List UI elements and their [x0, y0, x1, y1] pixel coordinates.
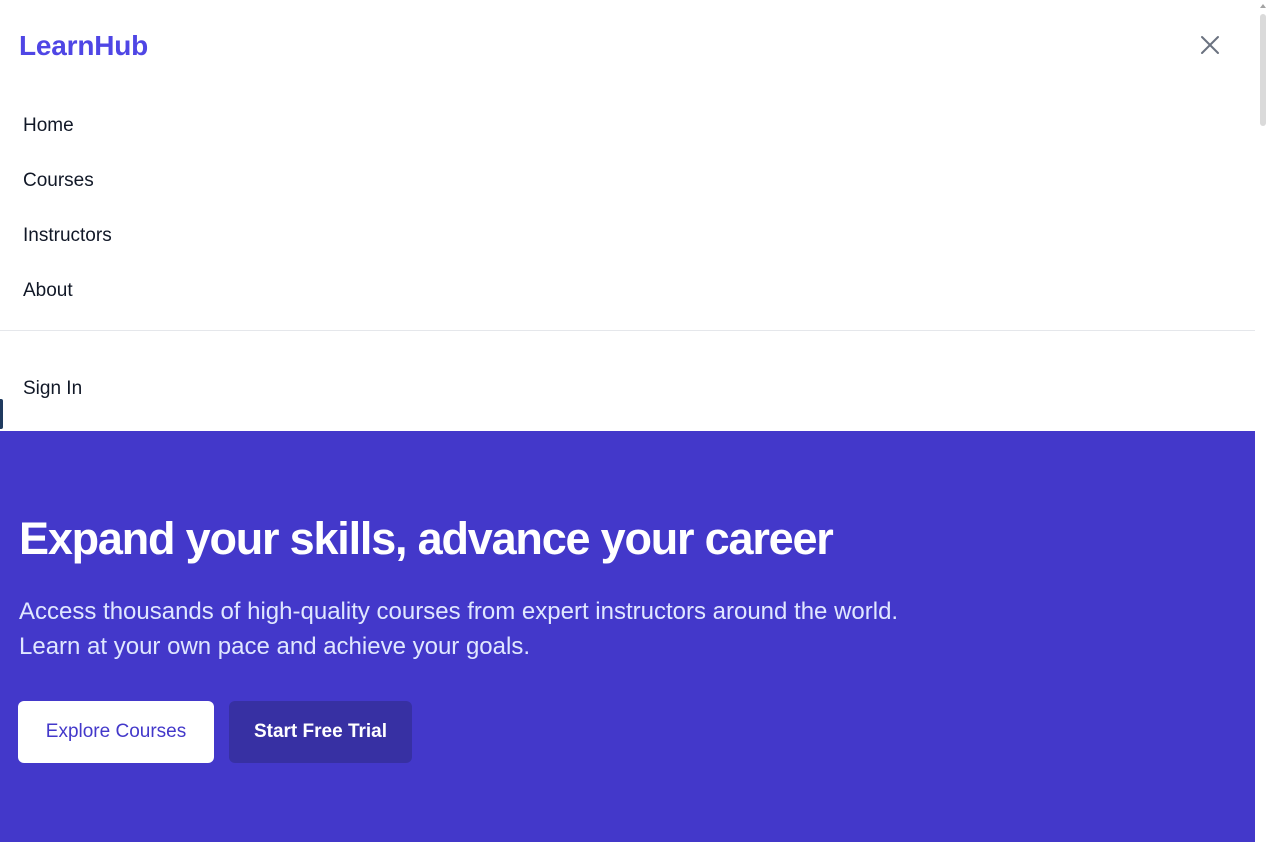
sign-in-link[interactable]: Sign In	[23, 378, 82, 400]
page: LearnHub Home Courses Instructors About …	[0, 0, 1272, 842]
nav-item-home[interactable]: Home	[0, 98, 1255, 153]
vertical-scrollbar[interactable]	[1255, 0, 1272, 842]
nav-item-instructors[interactable]: Instructors	[0, 208, 1255, 263]
nav-divider	[0, 330, 1255, 331]
brand-logo[interactable]: LearnHub	[19, 30, 148, 62]
explore-courses-button[interactable]: Explore Courses	[18, 701, 214, 763]
close-icon	[1200, 35, 1220, 55]
hero-subtitle-line-2: Learn at your own pace and achieve your …	[19, 633, 530, 660]
focus-indicator	[0, 399, 3, 429]
mobile-nav-menu: Home Courses Instructors About	[0, 98, 1255, 318]
nav-item-courses[interactable]: Courses	[0, 153, 1255, 208]
hero-subtitle-line-1: Access thousands of high-quality courses…	[19, 598, 899, 625]
hero-title: Expand your skills, advance your career	[19, 513, 834, 564]
nav-item-about[interactable]: About	[0, 263, 1255, 318]
scroll-up-arrow-icon[interactable]	[1260, 4, 1266, 8]
start-free-trial-button[interactable]: Start Free Trial	[229, 701, 412, 763]
hero-subtitle: Access thousands of high-quality courses…	[19, 594, 979, 664]
hero-section: Expand your skills, advance your career …	[0, 431, 1255, 842]
scrollbar-thumb[interactable]	[1260, 14, 1266, 126]
main-content: LearnHub Home Courses Instructors About …	[0, 0, 1255, 842]
close-menu-button[interactable]	[1194, 29, 1226, 61]
